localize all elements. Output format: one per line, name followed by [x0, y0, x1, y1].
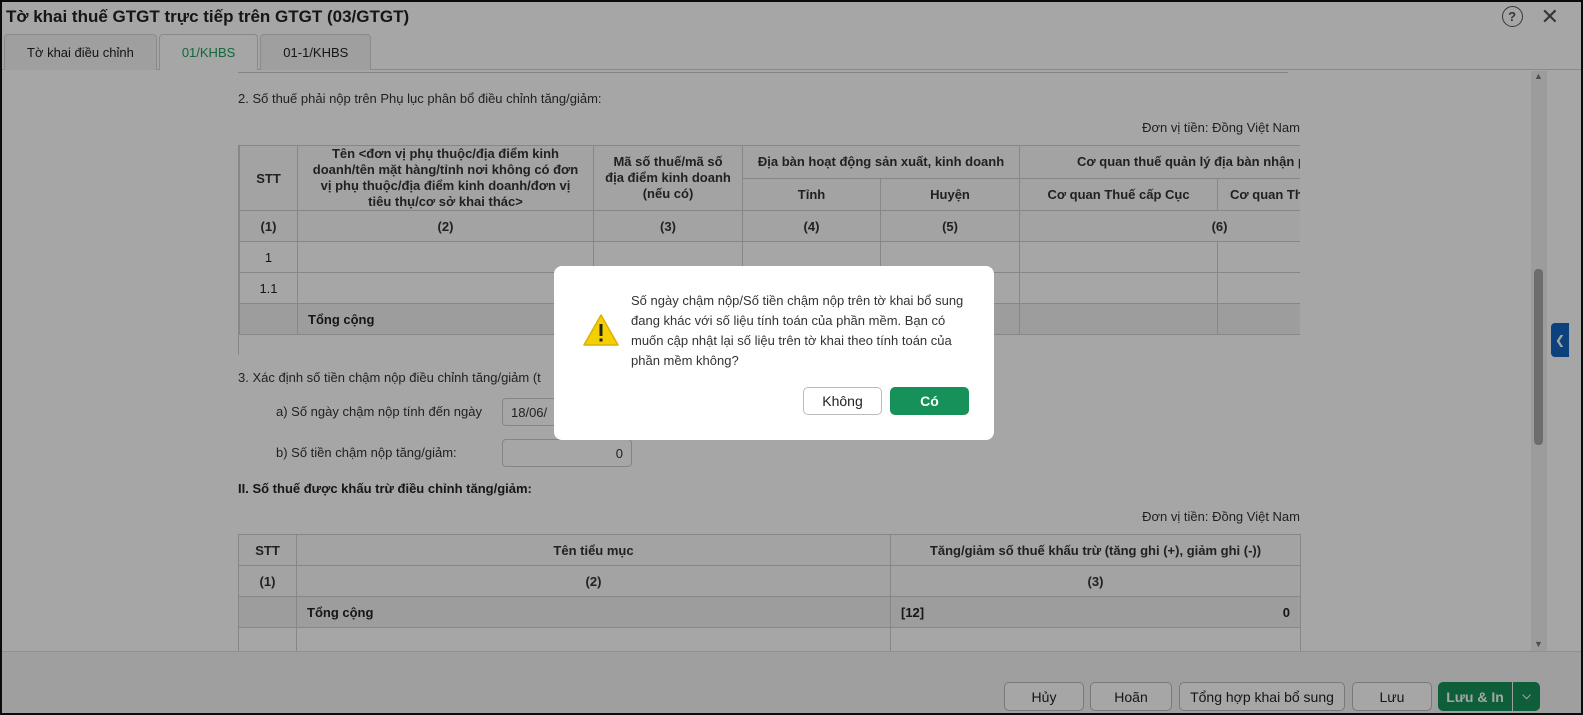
warning-icon: [583, 314, 619, 346]
dialog-message: Số ngày chậm nộp/Số tiền chậm nộp trên t…: [631, 293, 964, 368]
no-button[interactable]: Không: [803, 387, 882, 415]
confirm-dialog: Số ngày chậm nộp/Số tiền chậm nộp trên t…: [554, 266, 994, 440]
yes-button[interactable]: Có: [890, 387, 969, 415]
